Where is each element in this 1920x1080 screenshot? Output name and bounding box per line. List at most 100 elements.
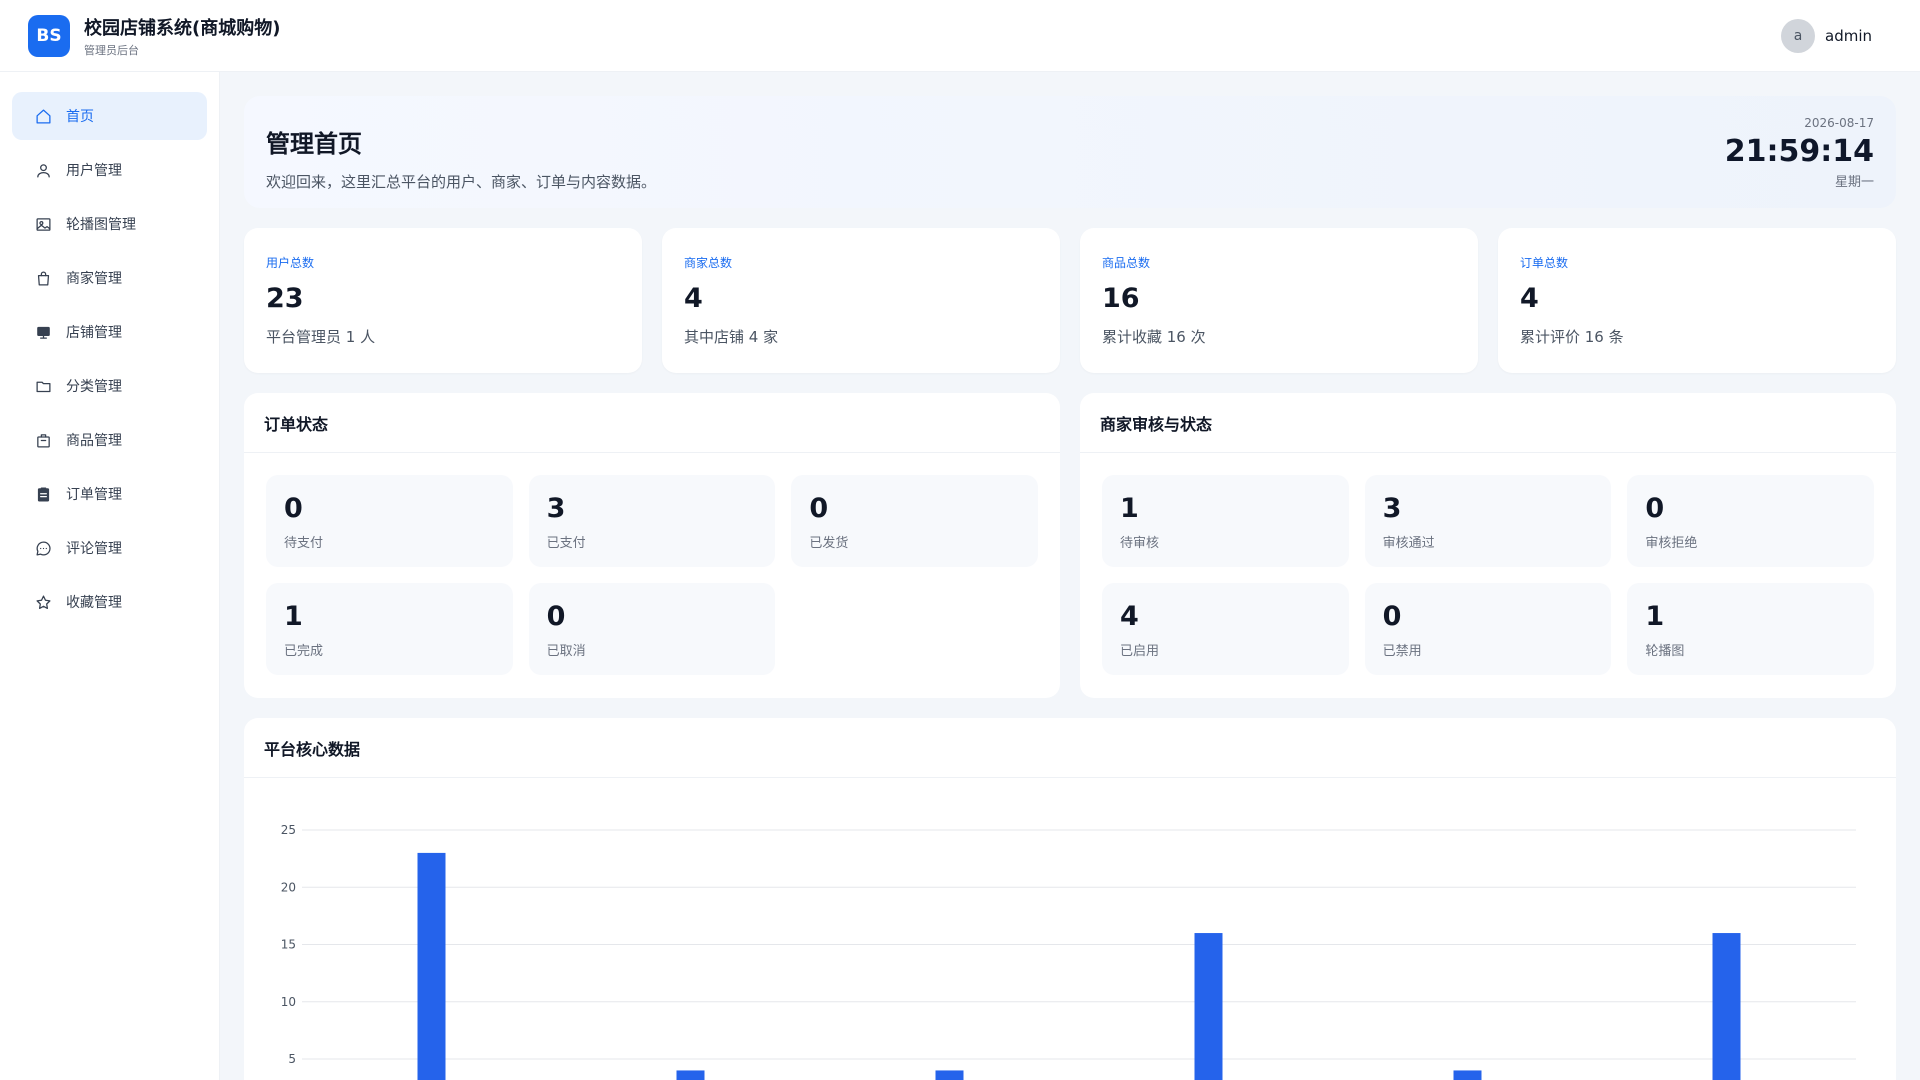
sidebar-item-home[interactable]: 首页 bbox=[12, 92, 207, 140]
status-panels: 订单状态 0 待支付 3 已支付 0 已发货 1 已完成 0 已取消 商家审核与状态 1 待… bbox=[244, 393, 1896, 698]
sidebar-item-label: 评论管理 bbox=[66, 541, 122, 557]
stat-card-users: 用户总数 23 平台管理员 1 人 bbox=[244, 228, 642, 373]
stat-label: 商品总数 bbox=[1102, 256, 1151, 270]
status-label: 已完成 bbox=[284, 644, 324, 659]
app-logo[interactable]: BS bbox=[28, 14, 70, 57]
chart-bar bbox=[676, 1070, 705, 1080]
status-cell: 0 审核拒绝 bbox=[1627, 475, 1874, 567]
sidebar-item-categories[interactable]: 分类管理 bbox=[12, 362, 207, 410]
page-title: 管理首页 bbox=[266, 130, 362, 158]
status-label: 待审核 bbox=[1120, 536, 1160, 551]
status-count: 4 bbox=[1120, 601, 1139, 632]
sidebar-item-label: 轮播图管理 bbox=[66, 217, 136, 233]
status-count: 0 bbox=[809, 493, 829, 524]
welcome-banner: 管理首页 欢迎回来，这里汇总平台的用户、商家、订单与内容数据。 2026-08-… bbox=[244, 96, 1896, 208]
app-title: 校园店铺系统(商城购物) bbox=[84, 17, 281, 39]
top-bar: BS 校园店铺系统(商城购物) 管理员后台 a admin bbox=[0, 0, 1920, 72]
username[interactable]: admin bbox=[1825, 27, 1872, 45]
status-cell: 1 已完成 bbox=[266, 583, 513, 675]
sidebar-item-label: 订单管理 bbox=[66, 487, 122, 503]
store-icon bbox=[34, 323, 52, 341]
stat-value: 23 bbox=[266, 283, 304, 314]
sidebar-item-label: 首页 bbox=[66, 109, 94, 125]
welcome-text: 欢迎回来，这里汇总平台的用户、商家、订单与内容数据。 bbox=[266, 173, 657, 191]
app-subtitle: 管理员后台 bbox=[84, 43, 139, 57]
sidebar-item-stores[interactable]: 店铺管理 bbox=[12, 308, 207, 356]
status-label: 已禁用 bbox=[1382, 644, 1422, 659]
status-cell: 0 已发货 bbox=[791, 475, 1038, 567]
star-icon bbox=[34, 593, 52, 611]
y-tick-label: 20 bbox=[281, 880, 296, 894]
clock: 2026-08-17 21:59:14 星期一 bbox=[1725, 116, 1874, 190]
sidebar-item-favorites[interactable]: 收藏管理 bbox=[12, 578, 207, 626]
stat-value: 4 bbox=[1520, 283, 1539, 314]
status-count: 0 bbox=[1645, 493, 1665, 524]
chart-bar bbox=[1453, 1070, 1482, 1080]
sidebar-item-label: 收藏管理 bbox=[66, 595, 122, 611]
status-label: 已支付 bbox=[546, 536, 586, 551]
stat-card-merchants: 商家总数 4 其中店铺 4 家 bbox=[662, 228, 1060, 373]
stat-label: 用户总数 bbox=[266, 256, 315, 270]
sidebar-item-users[interactable]: 用户管理 bbox=[12, 146, 207, 194]
sidebar-item-label: 商品管理 bbox=[66, 433, 122, 449]
box-icon bbox=[34, 431, 52, 449]
order-status-panel: 订单状态 0 待支付 3 已支付 0 已发货 1 已完成 0 已取消 bbox=[244, 393, 1060, 698]
y-tick-label: 5 bbox=[288, 1052, 296, 1066]
chart-bar bbox=[417, 852, 446, 1080]
status-label: 审核拒绝 bbox=[1645, 536, 1698, 551]
status-cell: 4 已启用 bbox=[1102, 583, 1349, 675]
sidebar-item-carousel[interactable]: 轮播图管理 bbox=[12, 200, 207, 248]
core-data-panel: 平台核心数据 5 10 15 20 25 bbox=[244, 718, 1896, 1080]
status-cell: 0 已取消 bbox=[528, 583, 776, 675]
status-count: 3 bbox=[546, 493, 566, 524]
chart-bar bbox=[1194, 933, 1223, 1080]
stat-value: 16 bbox=[1102, 283, 1140, 314]
stat-label: 商家总数 bbox=[684, 256, 733, 270]
stat-card-orders: 订单总数 4 累计评价 16 条 bbox=[1498, 228, 1896, 373]
comment-icon bbox=[34, 539, 52, 557]
stat-sub: 累计评价 16 条 bbox=[1520, 328, 1624, 346]
sidebar-item-label: 店铺管理 bbox=[66, 325, 122, 341]
status-label: 已发货 bbox=[809, 536, 849, 551]
status-count: 0 bbox=[284, 493, 303, 524]
sidebar: 首页 用户管理 轮播图管理 商家管理 店铺管理 分类管理 商品管理 订单管理 评… bbox=[0, 72, 220, 1080]
sidebar-item-comments[interactable]: 评论管理 bbox=[12, 524, 207, 572]
clock-weekday: 星期一 bbox=[1834, 175, 1874, 190]
status-count: 1 bbox=[1645, 601, 1665, 632]
merchant-status-panel: 商家审核与状态 1 待审核 3 审核通过 0 审核拒绝 4 已启用 0 已禁用 1 轮播图 bbox=[1080, 393, 1896, 698]
avatar[interactable]: a bbox=[1781, 18, 1815, 53]
y-tick-label: 15 bbox=[281, 938, 296, 952]
bag-icon bbox=[34, 269, 52, 287]
panel-title: 订单状态 bbox=[244, 393, 1060, 453]
stat-sub: 平台管理员 1 人 bbox=[266, 328, 376, 346]
clipboard-icon bbox=[34, 485, 52, 503]
main-content: 管理首页 欢迎回来，这里汇总平台的用户、商家、订单与内容数据。 2026-08-… bbox=[244, 96, 1896, 1080]
sidebar-item-merchants[interactable]: 商家管理 bbox=[12, 254, 207, 302]
sidebar-item-orders[interactable]: 订单管理 bbox=[12, 470, 207, 518]
sidebar-item-label: 商家管理 bbox=[66, 271, 122, 287]
status-label: 待支付 bbox=[284, 536, 324, 551]
chart-bar bbox=[935, 1070, 964, 1080]
status-cell: 3 已支付 bbox=[528, 475, 776, 567]
status-label: 已启用 bbox=[1120, 644, 1160, 659]
status-count: 0 bbox=[546, 601, 566, 632]
status-cell: 1 待审核 bbox=[1102, 475, 1349, 567]
status-label: 已取消 bbox=[546, 644, 586, 659]
status-cell: 3 审核通过 bbox=[1364, 475, 1612, 567]
y-tick-label: 10 bbox=[281, 995, 296, 1009]
user-menu[interactable]: a admin bbox=[1781, 18, 1872, 53]
stat-value: 4 bbox=[684, 283, 703, 314]
core-data-chart: 5 10 15 20 25 bbox=[281, 823, 1856, 1080]
stat-label: 订单总数 bbox=[1520, 256, 1569, 270]
status-count: 3 bbox=[1382, 493, 1402, 524]
chart-bar bbox=[1712, 933, 1741, 1080]
order-status-grid: 0 待支付 3 已支付 0 已发货 1 已完成 0 已取消 bbox=[244, 453, 1060, 697]
user-icon bbox=[34, 161, 52, 179]
sidebar-item-label: 分类管理 bbox=[66, 379, 122, 395]
sidebar-item-products[interactable]: 商品管理 bbox=[12, 416, 207, 464]
status-count: 1 bbox=[284, 601, 303, 632]
brand: 校园店铺系统(商城购物) 管理员后台 bbox=[84, 14, 280, 58]
clock-date: 2026-08-17 bbox=[1804, 116, 1874, 130]
home-icon bbox=[34, 107, 52, 125]
folder-icon bbox=[34, 377, 52, 395]
